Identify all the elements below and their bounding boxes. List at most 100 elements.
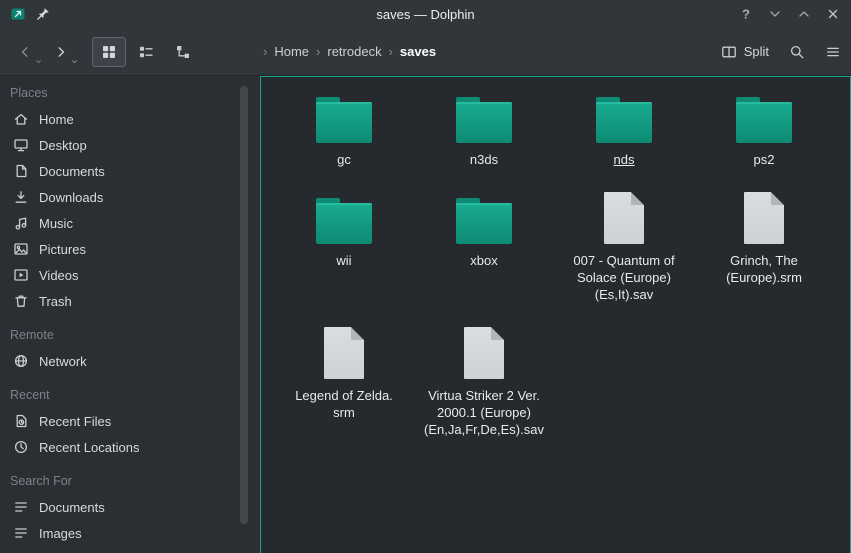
help-button[interactable]: ? bbox=[738, 6, 754, 22]
compact-view-button[interactable] bbox=[129, 37, 163, 67]
sidebar-item-audio[interactable]: Audio bbox=[0, 546, 238, 553]
file-icon bbox=[744, 192, 784, 244]
sidebar-item-music[interactable]: Music bbox=[0, 210, 238, 236]
navigation-buttons bbox=[10, 37, 76, 67]
breadcrumb-item-saves[interactable]: saves bbox=[400, 44, 436, 59]
item-label: wii bbox=[336, 252, 351, 269]
sidebar-item-videos[interactable]: Videos bbox=[0, 262, 238, 288]
titlebar-buttons: ? bbox=[738, 6, 841, 22]
folder-item-gc[interactable]: gc bbox=[274, 89, 414, 168]
sidebar-item-trash[interactable]: Trash bbox=[0, 288, 238, 314]
dolphin-window: saves — Dolphin ? bbox=[0, 0, 851, 553]
scrollbar-thumb[interactable] bbox=[240, 86, 248, 524]
sidebar-section-places: Places bbox=[0, 82, 238, 106]
item-label: gc bbox=[337, 151, 351, 168]
folder-item-nds[interactable]: nds bbox=[554, 89, 694, 168]
item-icon-box bbox=[604, 190, 644, 244]
file-icon bbox=[324, 327, 364, 379]
icons-view-icon bbox=[101, 44, 117, 60]
trash-icon bbox=[13, 293, 29, 309]
split-button[interactable]: Split bbox=[721, 44, 769, 60]
home-icon bbox=[13, 111, 29, 127]
sidebar-section-search-for: Search For bbox=[0, 470, 238, 494]
sidebar-item-network[interactable]: Network bbox=[0, 348, 238, 374]
breadcrumb-item-home[interactable]: Home bbox=[274, 44, 309, 59]
item-label: Virtua Striker 2 Ver. 2000.1 (Europe) (E… bbox=[424, 387, 544, 438]
network-icon bbox=[13, 353, 29, 369]
item-label: n3ds bbox=[470, 151, 498, 168]
sidebar-item-label: Trash bbox=[39, 294, 72, 309]
sidebar-item-pictures[interactable]: Pictures bbox=[0, 236, 238, 262]
item-icon-box bbox=[596, 89, 652, 143]
sidebar-item-documents[interactable]: Documents bbox=[0, 494, 238, 520]
compact-view-icon bbox=[138, 44, 154, 60]
folder-icon bbox=[456, 97, 512, 143]
arrow-left-icon bbox=[17, 44, 33, 60]
file-item-grinch-the-europe-srm[interactable]: Grinch, The (Europe).srm bbox=[694, 190, 834, 286]
item-icon-box bbox=[316, 89, 372, 143]
pictures-icon bbox=[13, 241, 29, 257]
file-icon bbox=[604, 192, 644, 244]
breadcrumb-separator: › bbox=[389, 44, 393, 59]
breadcrumb-separator: › bbox=[263, 44, 267, 59]
sidebar-item-label: Network bbox=[39, 354, 87, 369]
places-panel: PlacesHome Desktop Documents Downloads Music… bbox=[0, 76, 238, 553]
search-button[interactable] bbox=[789, 44, 805, 60]
sidebar-item-home[interactable]: Home bbox=[0, 106, 238, 132]
titlebar-left-icons bbox=[10, 6, 51, 22]
sidebar-item-downloads[interactable]: Downloads bbox=[0, 184, 238, 210]
item-icon-box bbox=[456, 190, 512, 244]
folder-item-n3ds[interactable]: n3ds bbox=[414, 89, 554, 168]
search-list-icon bbox=[13, 499, 29, 515]
close-button[interactable] bbox=[825, 6, 841, 22]
sidebar-item-desktop[interactable]: Desktop bbox=[0, 132, 238, 158]
sidebar-item-images[interactable]: Images bbox=[0, 520, 238, 546]
desktop-icon bbox=[13, 137, 29, 153]
item-icon-box bbox=[456, 89, 512, 143]
minimize-button[interactable] bbox=[767, 6, 783, 22]
folder-view[interactable]: gc n3ds nds ps2 wii xbox 007 - Quantum of Sola… bbox=[260, 76, 851, 553]
details-view-button[interactable] bbox=[166, 37, 200, 67]
recent-files-icon bbox=[13, 413, 29, 429]
downloads-icon bbox=[13, 189, 29, 205]
split-icon bbox=[721, 44, 737, 60]
item-label: ps2 bbox=[754, 151, 775, 168]
back-button[interactable] bbox=[10, 37, 40, 67]
details-view-icon bbox=[175, 44, 191, 60]
sidebar-item-recent-locations[interactable]: Recent Locations bbox=[0, 434, 238, 460]
breadcrumb-separator: › bbox=[316, 44, 320, 59]
sidebar-item-recent-files[interactable]: Recent Files bbox=[0, 408, 238, 434]
caret-down-icon bbox=[70, 57, 79, 66]
file-item-virtua-striker-2-ver-2000-1-europe-en-ja-fr-de-es-sav[interactable]: Virtua Striker 2 Ver. 2000.1 (Europe) (E… bbox=[414, 325, 554, 438]
sidebar-item-label: Desktop bbox=[39, 138, 87, 153]
menu-button[interactable] bbox=[825, 44, 841, 60]
sidebar-item-label: Music bbox=[39, 216, 73, 231]
folder-item-xbox[interactable]: xbox bbox=[414, 190, 554, 269]
caret-down-icon bbox=[34, 57, 43, 66]
folder-item-ps2[interactable]: ps2 bbox=[694, 89, 834, 168]
item-label: 007 - Quantum of Solace (Europe) (Es,It)… bbox=[573, 252, 674, 303]
icons-view-button[interactable] bbox=[92, 37, 126, 67]
breadcrumb-item-retrodeck[interactable]: retrodeck bbox=[327, 44, 381, 59]
recent-locations-icon bbox=[13, 439, 29, 455]
sidebar-scrollbar[interactable] bbox=[238, 76, 251, 553]
forward-button[interactable] bbox=[46, 37, 76, 67]
item-icon-box bbox=[744, 190, 784, 244]
music-icon bbox=[13, 215, 29, 231]
window-title: saves — Dolphin bbox=[0, 7, 851, 22]
sidebar-section-recent: Recent bbox=[0, 384, 238, 408]
item-icon-box bbox=[324, 325, 364, 379]
folder-item-wii[interactable]: wii bbox=[274, 190, 414, 269]
maximize-button[interactable] bbox=[796, 6, 812, 22]
item-icon-box bbox=[316, 190, 372, 244]
sidebar-item-label: Documents bbox=[39, 164, 105, 179]
sidebar-item-label: Videos bbox=[39, 268, 79, 283]
file-item-007-quantum-of-solace-europe-es-it-sav[interactable]: 007 - Quantum of Solace (Europe) (Es,It)… bbox=[554, 190, 694, 303]
item-label: Legend of Zelda. srm bbox=[295, 387, 393, 421]
view-mode-buttons bbox=[92, 37, 200, 67]
sidebar-item-documents[interactable]: Documents bbox=[0, 158, 238, 184]
file-item-legend-of-zelda-srm[interactable]: Legend of Zelda. srm bbox=[274, 325, 414, 421]
toolbar: › Home › retrodeck › saves Split bbox=[0, 28, 851, 76]
item-icon-box bbox=[464, 325, 504, 379]
item-label: Grinch, The (Europe).srm bbox=[726, 252, 802, 286]
